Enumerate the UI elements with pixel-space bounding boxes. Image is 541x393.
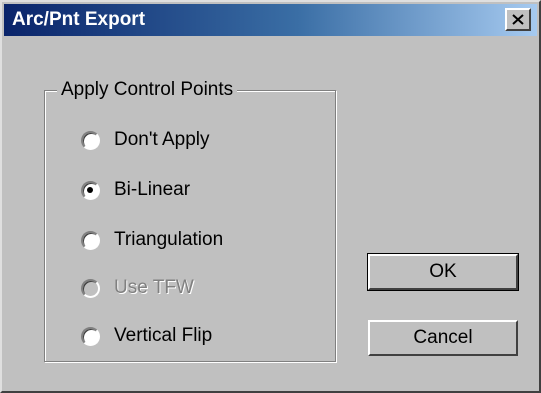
- option-dont-apply[interactable]: Don't Apply: [81, 127, 210, 153]
- close-button[interactable]: [505, 8, 531, 31]
- option-label: Vertical Flip: [114, 325, 213, 346]
- option-label: Triangulation: [114, 229, 224, 250]
- option-triangulation[interactable]: Triangulation: [81, 227, 223, 253]
- export-dialog: Arc/Pnt Export Apply Control Points Don'…: [0, 0, 541, 393]
- radio-use-tfw: [81, 278, 100, 298]
- radio-bi-linear[interactable]: [81, 180, 100, 200]
- option-vertical-flip[interactable]: Vertical Flip: [81, 323, 212, 349]
- option-label: Bi-Linear: [114, 179, 191, 200]
- radio-dont-apply[interactable]: [81, 130, 100, 150]
- option-label: Don't Apply: [114, 129, 210, 150]
- dialog-title: Arc/Pnt Export: [12, 9, 146, 30]
- radio-triangulation[interactable]: [81, 230, 100, 250]
- close-icon: [512, 14, 524, 25]
- cancel-button[interactable]: Cancel: [368, 320, 518, 356]
- title-bar[interactable]: Arc/Pnt Export: [4, 4, 537, 36]
- radio-vertical-flip[interactable]: [81, 326, 100, 346]
- option-bi-linear[interactable]: Bi-Linear: [81, 177, 190, 203]
- group-label: Apply Control Points: [57, 78, 238, 102]
- option-use-tfw: Use TFW: [81, 275, 194, 301]
- control-points-group: Apply Control Points Don't Apply Bi-Line…: [44, 78, 336, 362]
- option-label: Use TFW: [114, 277, 194, 298]
- ok-button[interactable]: OK: [367, 253, 519, 291]
